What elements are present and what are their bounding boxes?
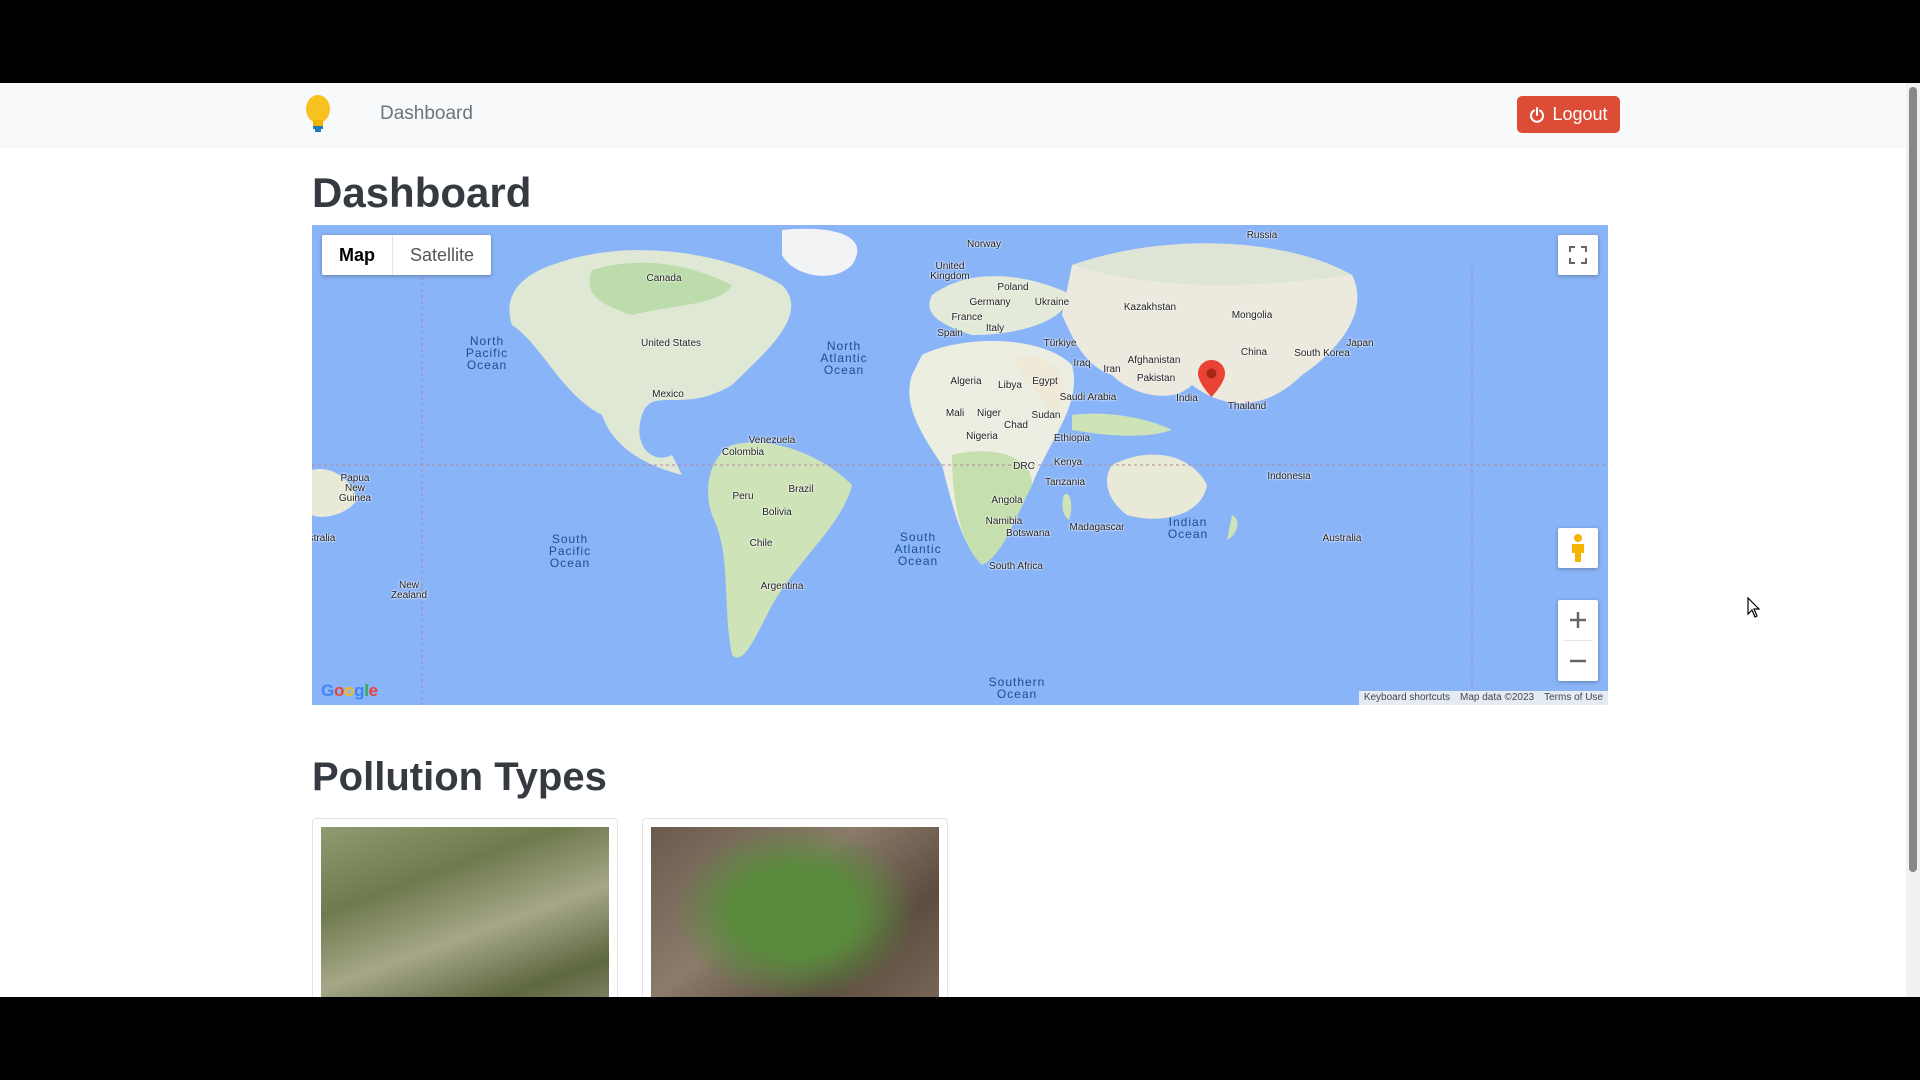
map-label: Japan bbox=[1346, 338, 1374, 349]
map-land bbox=[312, 228, 1608, 705]
map-label: Argentina bbox=[760, 581, 804, 592]
lightbulb-icon[interactable] bbox=[300, 95, 336, 135]
nav-link-dashboard[interactable]: Dashboard bbox=[380, 103, 473, 125]
zoom-out-button[interactable] bbox=[1558, 641, 1598, 681]
map-label: India bbox=[1176, 393, 1198, 404]
map-label: Chad bbox=[1004, 420, 1028, 431]
minus-icon bbox=[1570, 659, 1586, 663]
map-label: Saudi Arabia bbox=[1059, 392, 1117, 403]
map-label: Italy bbox=[985, 323, 1005, 334]
map-label: Türkiye bbox=[1043, 338, 1077, 349]
map-label: Mali bbox=[945, 408, 965, 419]
map-label: South Africa bbox=[989, 561, 1043, 572]
ocean-label: South Pacific Ocean bbox=[548, 532, 592, 570]
card-image bbox=[321, 827, 609, 997]
map-attribution: Keyboard shortcuts Map data ©2023 Terms … bbox=[1358, 691, 1608, 705]
map-label: Canada bbox=[646, 273, 682, 284]
map-label: Bolivia bbox=[762, 507, 792, 518]
zoom-control bbox=[1558, 600, 1598, 681]
map-label: Sudan bbox=[1031, 410, 1061, 421]
page-title: Dashboard bbox=[312, 169, 532, 216]
map-label: Mongolia bbox=[1231, 310, 1273, 321]
map-label: China bbox=[1240, 347, 1268, 358]
map-label: Madagascar bbox=[1069, 522, 1125, 533]
logout-label: Logout bbox=[1552, 104, 1608, 124]
pollution-type-card[interactable] bbox=[642, 818, 948, 997]
world-map[interactable]: Russia Norway United Kingdom Poland Germ… bbox=[312, 225, 1608, 705]
street-view-pegman[interactable] bbox=[1558, 528, 1598, 568]
ocean-label: South Atlantic Ocean bbox=[894, 530, 942, 568]
scrollbar[interactable] bbox=[1906, 83, 1920, 997]
map-label: Brazil bbox=[788, 484, 814, 495]
logout-button[interactable]: Logout bbox=[1517, 96, 1620, 133]
ocean-label: Southern Ocean bbox=[988, 675, 1046, 701]
card-image bbox=[651, 827, 939, 997]
pegman-icon bbox=[1572, 534, 1584, 562]
map-label: Colombia bbox=[721, 447, 765, 458]
map-type-map-button[interactable]: Map bbox=[322, 235, 392, 275]
power-icon bbox=[1530, 106, 1545, 123]
map-label: Thailand bbox=[1227, 401, 1267, 412]
google-logo[interactable]: Google bbox=[321, 681, 378, 701]
keyboard-shortcuts-link[interactable]: Keyboard shortcuts bbox=[1359, 691, 1455, 705]
browser-viewport: Dashboard Logout Dashboard Russia Norway… bbox=[0, 83, 1920, 997]
fullscreen-button[interactable] bbox=[1558, 235, 1598, 275]
map-label: Chile bbox=[749, 538, 773, 549]
map-type-control: Map Satellite bbox=[322, 235, 492, 275]
mouse-cursor-icon bbox=[1747, 597, 1761, 618]
map-label: Algeria bbox=[950, 376, 982, 387]
map-label: Ethiopia bbox=[1053, 433, 1091, 444]
map-label: Afghanistan bbox=[1127, 355, 1181, 366]
map-label: DRC bbox=[1013, 461, 1035, 472]
map-label: Angola bbox=[991, 495, 1023, 506]
map-label: Poland bbox=[997, 282, 1029, 293]
location-marker-icon[interactable] bbox=[1198, 360, 1225, 402]
map-data-text: Map data ©2023 bbox=[1460, 692, 1535, 703]
terms-of-use-link[interactable]: Terms of Use bbox=[1539, 691, 1608, 705]
scrollbar-thumb[interactable] bbox=[1909, 87, 1917, 872]
map-label: Spain bbox=[937, 328, 963, 339]
ocean-label: North Pacific Ocean bbox=[465, 334, 509, 372]
map-label: Australia bbox=[1322, 533, 1362, 544]
map-label: Pakistan bbox=[1136, 373, 1176, 384]
map-label: Ukraine bbox=[1034, 297, 1070, 308]
map-label: Kazakhstan bbox=[1123, 302, 1177, 313]
map-label: Libya bbox=[998, 380, 1022, 391]
map-label: Venezuela bbox=[748, 435, 796, 446]
map-label: Nigeria bbox=[966, 431, 998, 442]
fullscreen-icon bbox=[1569, 246, 1587, 264]
map-label: Niger bbox=[977, 408, 1001, 419]
map-label: Kenya bbox=[1053, 457, 1083, 468]
map-label: France bbox=[951, 312, 983, 323]
map-label: Germany bbox=[969, 297, 1011, 308]
map-label: Iraq bbox=[1073, 358, 1091, 369]
plus-icon bbox=[1570, 612, 1586, 628]
map-label: Norway bbox=[967, 239, 1001, 250]
map-label: Peru bbox=[732, 491, 754, 502]
navbar: Dashboard Logout bbox=[0, 83, 1920, 148]
ocean-label: North Atlantic Ocean bbox=[820, 339, 868, 377]
map-label: South Korea bbox=[1294, 348, 1350, 359]
map-label: Egypt bbox=[1032, 376, 1058, 387]
pollution-type-card[interactable] bbox=[312, 818, 618, 997]
map-label: Namibia bbox=[985, 516, 1023, 527]
map-type-satellite-button[interactable]: Satellite bbox=[392, 235, 491, 275]
map-label: stralia bbox=[312, 533, 336, 544]
zoom-in-button[interactable] bbox=[1558, 600, 1598, 640]
pollution-types-heading: Pollution Types bbox=[312, 755, 607, 799]
map-label: Iran bbox=[1103, 364, 1121, 375]
map-label: Tanzania bbox=[1044, 477, 1086, 488]
map-label: Indonesia bbox=[1267, 471, 1311, 482]
map-label: Botswana bbox=[1006, 528, 1050, 539]
map-label: New Zealand bbox=[390, 580, 428, 601]
map-label: Papua New Guinea bbox=[338, 473, 372, 504]
map-label: United Kingdom bbox=[930, 261, 970, 282]
map-label: United States bbox=[640, 338, 702, 349]
map-label: Russia bbox=[1246, 230, 1278, 241]
ocean-label: Indian Ocean bbox=[1167, 515, 1209, 541]
map-label: Mexico bbox=[652, 389, 684, 400]
